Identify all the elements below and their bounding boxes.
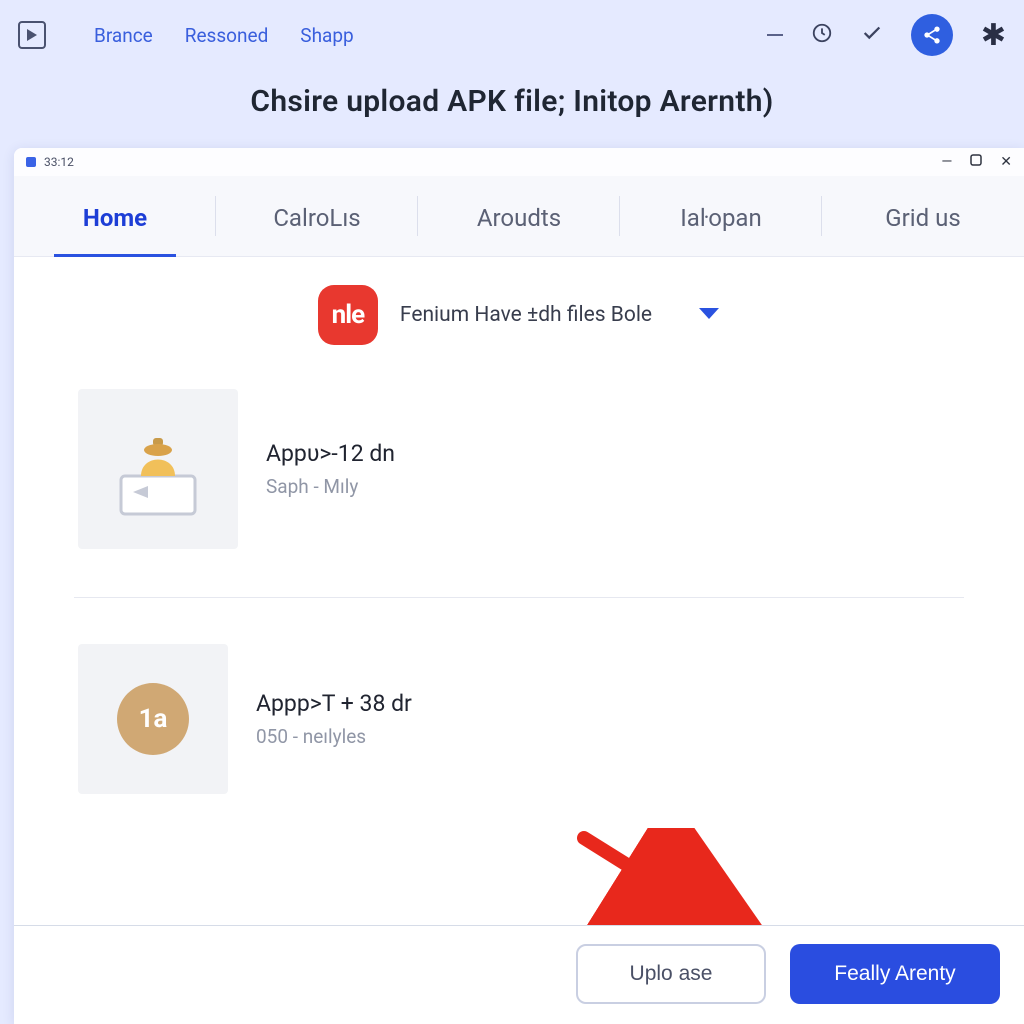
check-icon[interactable] bbox=[861, 22, 883, 48]
tab-iatopan[interactable]: Iaŀopan bbox=[620, 176, 822, 256]
tab-gridus-label: Grid us bbox=[885, 204, 960, 232]
top-right: ✱ bbox=[767, 14, 1006, 56]
clock-icon[interactable] bbox=[811, 22, 833, 48]
title-time: 33:12 bbox=[44, 155, 74, 169]
title-bar: 33:12 — ✕ bbox=[14, 148, 1024, 176]
tab-calrolis-label: CalroLıs bbox=[273, 204, 360, 232]
project-label: Fenium Have ±dh files Bole bbox=[400, 303, 652, 327]
app-icon bbox=[26, 157, 36, 167]
tab-home-label: Home bbox=[83, 204, 147, 232]
page-title: Chsire upload APK file; Initop Arernth) bbox=[0, 84, 1024, 119]
window-controls: — ✕ bbox=[941, 154, 1012, 170]
top-link-ressoned[interactable]: Ressoned bbox=[185, 24, 269, 47]
badge-icon: 1a bbox=[117, 683, 189, 755]
item-subtitle: Saph - Mıly bbox=[266, 475, 395, 498]
item-title: Appp>T + 38 dr bbox=[256, 690, 412, 717]
minimize-icon[interactable] bbox=[767, 34, 783, 36]
primary-action-button[interactable]: Feally Arenty bbox=[790, 944, 1000, 1004]
list-item[interactable]: Appυ>-12 dn Saph - Mıly bbox=[14, 375, 1024, 597]
window-maximize-icon[interactable] bbox=[970, 154, 982, 170]
tab-home[interactable]: Home bbox=[14, 176, 216, 256]
top-link-brance[interactable]: Brance bbox=[94, 24, 153, 47]
top-bar: Brance Ressoned Shapp ✱ bbox=[0, 0, 1024, 66]
item-subtitle: 050 - neılyles bbox=[256, 725, 412, 748]
top-links: Brance Ressoned Shapp bbox=[94, 24, 354, 47]
list-item[interactable]: 1a Appp>T + 38 dr 050 - neılyles bbox=[14, 598, 1024, 834]
tabs: Home CalroLıs Aroudts Iaŀopan Grid us bbox=[14, 176, 1024, 257]
action-bar: Uplo ase Feally Arenty bbox=[14, 925, 1024, 1024]
upload-button[interactable]: Uplo ase bbox=[576, 944, 766, 1004]
tab-gridus[interactable]: Grid us bbox=[822, 176, 1024, 256]
share-button[interactable] bbox=[911, 14, 953, 56]
item-thumbnail: 1a bbox=[78, 644, 228, 794]
asterisk-icon[interactable]: ✱ bbox=[981, 18, 1006, 53]
item-title: Appυ>-12 dn bbox=[266, 440, 395, 467]
window-close-icon[interactable]: ✕ bbox=[1000, 154, 1012, 170]
tab-iatopan-label: Iaŀopan bbox=[680, 204, 761, 232]
item-thumbnail bbox=[78, 389, 238, 549]
top-link-shapp[interactable]: Shapp bbox=[300, 24, 353, 47]
item-info: Appp>T + 38 dr 050 - neılyles bbox=[256, 690, 412, 748]
apk-list: Appυ>-12 dn Saph - Mıly 1a Appp>T + 38 d… bbox=[14, 375, 1024, 834]
tab-calrolis[interactable]: CalroLıs bbox=[216, 176, 418, 256]
window-minimize-icon[interactable]: — bbox=[941, 154, 952, 170]
tab-aroudts[interactable]: Aroudts bbox=[418, 176, 620, 256]
project-selector[interactable]: nle Fenium Have ±dh files Bole bbox=[14, 257, 1024, 375]
project-badge: nle bbox=[318, 285, 378, 345]
inner-window: 33:12 — ✕ Home CalroLıs Aroudts Iaŀopan … bbox=[14, 148, 1024, 1024]
chevron-down-icon bbox=[698, 306, 720, 325]
item-info: Appυ>-12 dn Saph - Mıly bbox=[266, 440, 395, 498]
play-icon[interactable] bbox=[18, 21, 46, 49]
tab-aroudts-label: Aroudts bbox=[477, 204, 561, 232]
